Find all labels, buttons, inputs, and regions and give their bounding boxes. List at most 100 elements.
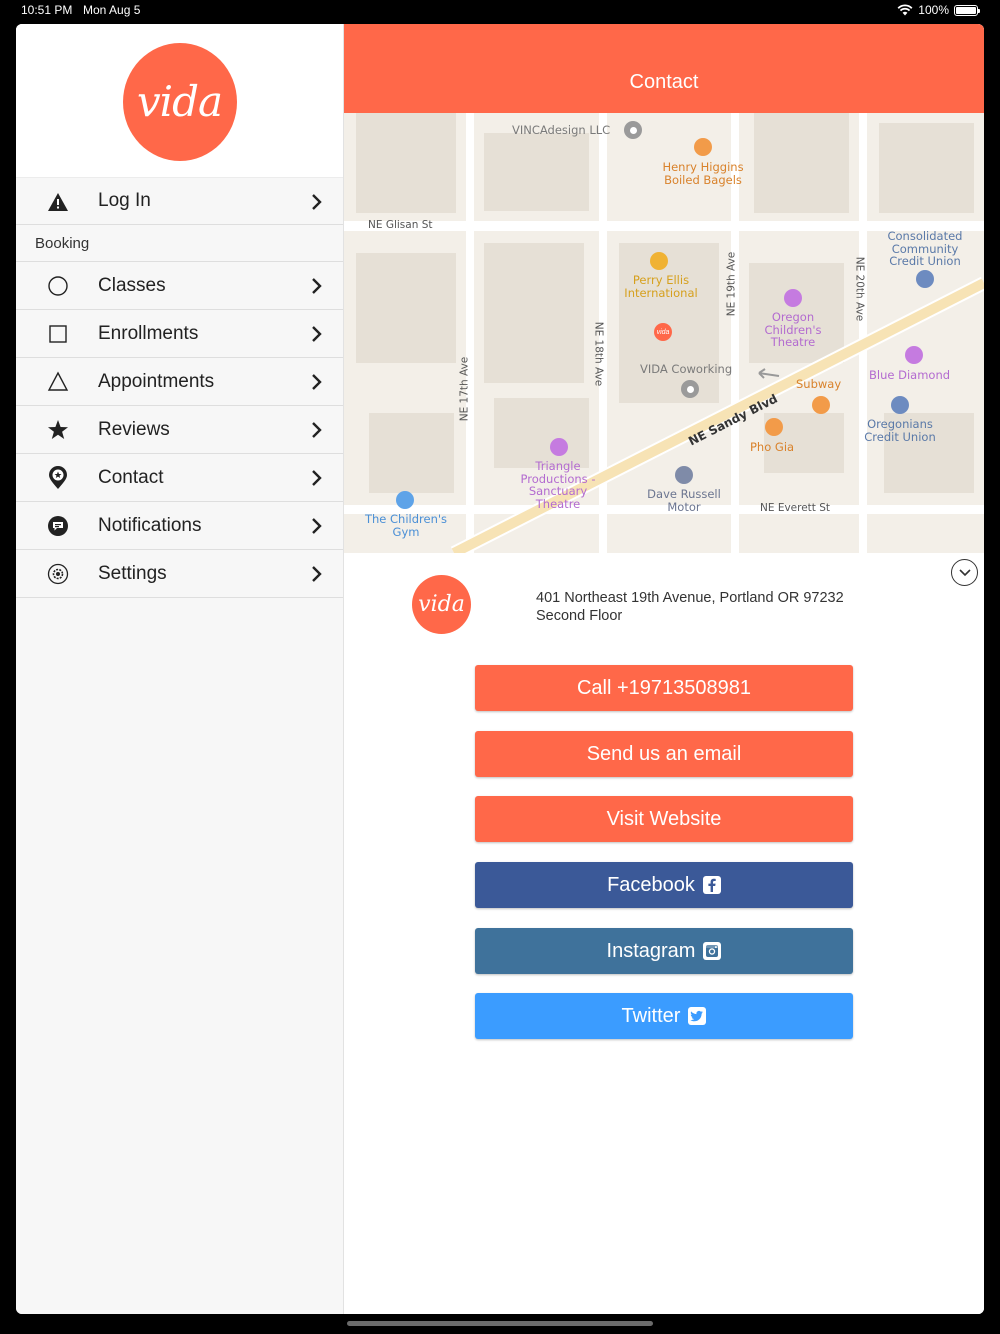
facebook-button-label: Facebook: [607, 873, 695, 896]
main-content: Contact NE Glisan St NE 17th Ave NE 18th…: [344, 24, 984, 1314]
place-label: Oregon Children's Theatre: [764, 310, 822, 349]
coffee-pin-icon: [694, 138, 712, 156]
chevron-right-icon: [312, 326, 322, 342]
status-bar: 10:51 PM Mon Aug 5 100%: [0, 0, 1000, 22]
app-screen: vida Log In Booking Classes Enrollments: [16, 24, 984, 1314]
chat-bubble-icon: [46, 514, 70, 538]
status-time: 10:51 PM: [21, 3, 73, 17]
gym-pin-icon: [396, 491, 414, 509]
map-pin-icon: [46, 466, 70, 490]
logo-area: vida: [16, 24, 343, 177]
sidebar-item-settings[interactable]: Settings: [16, 550, 343, 598]
sidebar-item-classes[interactable]: Classes: [16, 262, 343, 310]
place-pin: [681, 380, 699, 398]
vida-map-pin[interactable]: vida: [654, 323, 672, 341]
sidebar-item-login[interactable]: Log In: [16, 177, 343, 225]
chevron-right-icon: [312, 470, 322, 486]
sidebar-item-appointments[interactable]: Appointments: [16, 358, 343, 406]
theatre-pin-icon: [784, 289, 802, 307]
place-label: Dave Russell Motor: [647, 487, 721, 514]
call-button-label: Call +19713508981: [576, 676, 752, 699]
chevron-down-icon: [958, 568, 971, 576]
triangle-icon: [46, 370, 70, 394]
place-label: Henry Higgins Boiled Bagels: [662, 160, 744, 187]
status-indicators: 100%: [897, 3, 980, 17]
place-label: Pho Gia: [750, 440, 795, 454]
email-button[interactable]: Send us an email: [475, 731, 853, 777]
address: 401 Northeast 19th Avenue, Portland OR 9…: [536, 589, 844, 625]
warning-icon: [46, 190, 70, 214]
sidebar: vida Log In Booking Classes Enrollments: [16, 24, 344, 1314]
sidebar-item-label: Settings: [98, 562, 167, 584]
gear-icon: [46, 562, 70, 586]
sidebar-item-label: Classes: [98, 274, 166, 296]
call-button[interactable]: Call +19713508981: [475, 665, 853, 711]
place-label: Triangle Productions - Sanctuary Theatre: [520, 459, 596, 511]
car-pin-icon: [675, 466, 693, 484]
twitter-button[interactable]: Twitter: [475, 993, 853, 1039]
email-button-label: Send us an email: [586, 742, 742, 765]
map-view[interactable]: NE Glisan St NE 17th Ave NE 18th Ave NE …: [344, 113, 984, 553]
chevron-right-icon: [312, 518, 322, 534]
sidebar-item-notifications[interactable]: Notifications: [16, 502, 343, 550]
place-label: Blue Diamond: [869, 368, 951, 382]
chevron-right-icon: [312, 422, 322, 438]
vida-logo: vida: [122, 42, 237, 161]
battery-icon: [954, 4, 980, 16]
instagram-icon: [703, 942, 722, 960]
place-label: Perry Ellis International: [624, 273, 698, 300]
theatre-pin-icon: [550, 438, 568, 456]
website-button[interactable]: Visit Website: [475, 796, 853, 842]
home-indicator[interactable]: [347, 1321, 653, 1326]
chevron-right-icon: [312, 278, 322, 294]
sidebar-item-label: Notifications: [98, 514, 202, 536]
bank-pin-icon: [916, 270, 934, 288]
sidebar-item-label: Enrollments: [98, 322, 199, 344]
street-label: NE 17th Ave: [458, 356, 471, 422]
wifi-icon: [897, 4, 913, 16]
street-label: NE 20th Ave: [853, 256, 866, 322]
sidebar-item-label: Appointments: [98, 370, 215, 392]
sidebar-item-enrollments[interactable]: Enrollments: [16, 310, 343, 358]
food-pin-icon: [765, 418, 783, 436]
place-label: The Children's Gym: [364, 512, 448, 539]
square-icon: [46, 322, 70, 346]
website-button-label: Visit Website: [606, 807, 722, 830]
street-label: NE 18th Ave: [592, 321, 605, 387]
circle-icon: [46, 274, 70, 298]
address-line-1: 401 Northeast 19th Avenue, Portland OR 9…: [536, 590, 844, 606]
shop-pin-icon: [650, 252, 668, 270]
instagram-button[interactable]: Instagram: [475, 928, 853, 974]
facebook-button[interactable]: Facebook: [475, 862, 853, 908]
battery-percent: 100%: [918, 3, 949, 17]
chevron-right-icon: [312, 194, 322, 210]
bank-pin-icon: [891, 396, 909, 414]
street-label: NE Everett St: [760, 502, 831, 514]
nav-bar: Contact: [344, 24, 984, 113]
street-label: NE 19th Ave: [725, 251, 738, 317]
place-label: VIDA Coworking: [640, 362, 733, 376]
chevron-right-icon: [312, 566, 322, 582]
twitter-icon: [688, 1007, 707, 1025]
facebook-icon: [702, 876, 721, 894]
contact-panel: vida 401 Northeast 19th Avenue, Portland…: [344, 553, 984, 1314]
chevron-right-icon: [312, 374, 322, 390]
place-label: Subway: [796, 377, 842, 391]
place-pin: [624, 121, 642, 139]
vida-logo-small: vida: [412, 575, 471, 634]
bar-pin-icon: [905, 346, 923, 364]
sidebar-item-label: Contact: [98, 466, 164, 488]
status-date: Mon Aug 5: [83, 3, 141, 17]
place-label: VINCAdesign LLC: [512, 123, 611, 137]
sidebar-item-label: Log In: [98, 190, 151, 211]
street-label: NE Glisan St: [368, 219, 433, 231]
place-label: Oregonians Credit Union: [864, 417, 936, 444]
food-pin-icon: [812, 396, 830, 414]
twitter-button-label: Twitter: [621, 1004, 681, 1027]
collapse-map-button[interactable]: [951, 559, 978, 586]
place-label: Consolidated Community Credit Union: [887, 229, 963, 268]
sidebar-item-contact[interactable]: Contact: [16, 454, 343, 502]
sidebar-item-reviews[interactable]: Reviews: [16, 406, 343, 454]
sidebar-item-label: Reviews: [98, 418, 170, 440]
star-icon: [46, 418, 70, 442]
